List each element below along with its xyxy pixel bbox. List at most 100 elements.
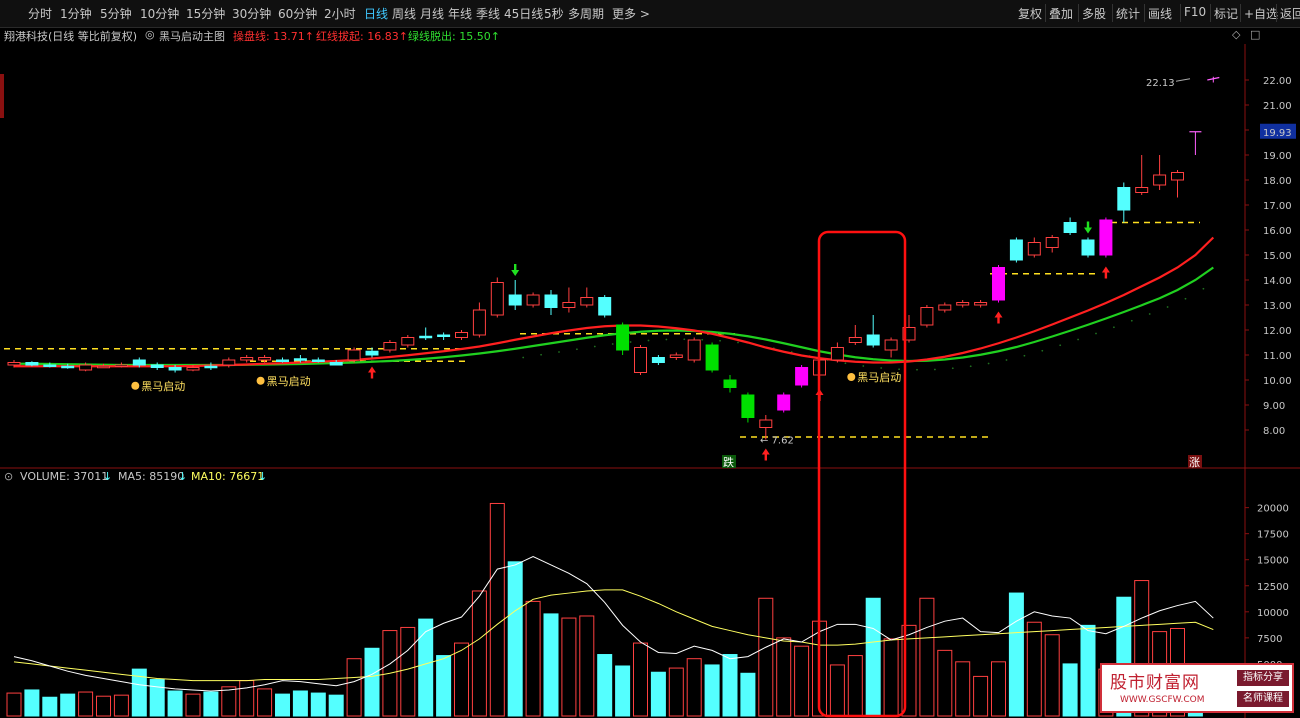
candle-body <box>974 302 988 306</box>
trend-dot <box>844 362 847 365</box>
volume-bar <box>167 690 183 717</box>
trend-dot <box>987 362 990 365</box>
toolbar-button-0[interactable]: 复权 <box>1018 5 1042 22</box>
volume-expand-icon[interactable]: ⊙ <box>4 470 13 483</box>
square-icon[interactable]: □ <box>1250 28 1260 41</box>
period-toolbar: 分时 1分钟 5分钟 10分钟 15分钟 30分钟 60分钟 2小时 日线 周线 月线 年线 季线 45日… <box>0 0 1300 28</box>
candle-body <box>1045 237 1059 248</box>
period-tab-1[interactable]: 1分钟 <box>60 5 92 22</box>
candle-body <box>240 357 254 361</box>
volume-bar <box>489 502 505 717</box>
candle-body <box>562 302 576 308</box>
toolbar-button-7[interactable]: +自选 <box>1244 5 1278 22</box>
toolbar-button-2[interactable]: 多股 <box>1082 5 1106 22</box>
period-tab-11[interactable]: 年线 <box>448 5 472 22</box>
trend-dot <box>1202 287 1205 290</box>
candle-body <box>526 294 540 306</box>
indicator-expand-icon[interactable]: ◎ <box>145 28 155 41</box>
candle-body <box>383 342 397 351</box>
volume-bar <box>400 626 416 717</box>
candle-body <box>795 367 809 386</box>
candle-body <box>651 357 665 363</box>
period-tab-7[interactable]: 2小时 <box>324 5 356 22</box>
candle-body <box>938 304 952 311</box>
period-tab-16[interactable]: 更多 > <box>612 5 650 22</box>
period-tab-15[interactable]: 多周期 <box>568 5 604 22</box>
candle-body <box>222 359 236 366</box>
period-tab-14[interactable]: 5秒 <box>544 5 564 22</box>
volume-bar <box>865 597 881 717</box>
candle-body <box>1081 239 1095 256</box>
trend-dot <box>665 338 668 341</box>
trend-dot <box>862 365 865 367</box>
buy-arrow-icon <box>761 448 770 461</box>
watermark-tag-course: 名师课程 <box>1237 691 1289 707</box>
volume-bar <box>257 688 273 717</box>
indicator-name[interactable]: 黑马启动主图 <box>159 28 225 44</box>
price-tick-label: 8.00 <box>1263 426 1285 437</box>
price-tick-label: 17.00 <box>1263 201 1292 212</box>
period-tab-13[interactable]: 45日线 <box>504 5 543 22</box>
candle-body <box>759 419 773 428</box>
toolbar-button-1[interactable]: 叠加 <box>1049 5 1073 22</box>
trend-dot <box>934 368 936 371</box>
volume-bar <box>615 665 631 717</box>
toolbar-button-8[interactable]: 返回 <box>1280 5 1300 22</box>
period-tab-12[interactable]: 季线 <box>476 5 500 22</box>
period-tab-6[interactable]: 60分钟 <box>278 5 317 22</box>
trend-dot <box>558 351 560 353</box>
volume-bar <box>454 642 469 717</box>
volume-bar <box>1026 621 1042 717</box>
ma5-arrow: ↓ <box>178 470 188 483</box>
ma5-value: MA5: 85190 <box>118 470 185 483</box>
candle-body <box>204 365 218 369</box>
trend-dot <box>522 356 525 359</box>
trend-dot <box>611 343 614 345</box>
period-tab-0[interactable]: 分时 <box>28 5 52 22</box>
toolbar-button-4[interactable]: 画线 <box>1148 5 1172 22</box>
price-tick-label: 22.00 <box>1263 76 1292 87</box>
kline-chart[interactable]: 22.0021.0020.0019.0018.0017.0016.0015.00… <box>0 44 1300 718</box>
candle-body <box>97 365 110 369</box>
trend-dot <box>737 341 739 344</box>
volume-bar <box>24 689 40 717</box>
period-tab-5[interactable]: 30分钟 <box>232 5 271 22</box>
trend-dot <box>701 338 704 341</box>
toolbar-button-6[interactable]: 标记 <box>1214 5 1238 22</box>
volume-bar <box>418 618 434 717</box>
toolbar-button-5[interactable]: F10 <box>1184 5 1206 19</box>
period-tab-4[interactable]: 15分钟 <box>186 5 225 22</box>
trend-dot <box>683 338 686 341</box>
volume-bar <box>6 692 22 717</box>
period-tab-10[interactable]: 月线 <box>420 5 444 22</box>
candle-body <box>25 362 39 366</box>
volume-bar <box>919 597 935 717</box>
period-tab-9[interactable]: 周线 <box>392 5 416 22</box>
period-tab-2[interactable]: 5分钟 <box>100 5 132 22</box>
toolbar-separator <box>1240 4 1241 22</box>
diamond-icon[interactable]: ◇ <box>1232 28 1240 41</box>
volume-tick-label: 20000 <box>1257 504 1289 515</box>
candle-body <box>544 294 558 308</box>
trend-dot <box>1148 313 1151 315</box>
trend-dot <box>951 367 954 370</box>
candle-body <box>43 364 57 367</box>
sell-arrow-icon <box>1084 221 1092 234</box>
candle-body <box>490 282 504 316</box>
volume-bar <box>740 672 756 717</box>
stock-title[interactable]: 翔港科技(日线 等比前复权) <box>4 28 137 44</box>
price-tick-label: 10.00 <box>1263 376 1292 387</box>
price-tick-label: 14.00 <box>1263 276 1292 287</box>
candle-body <box>186 367 200 371</box>
trend-dot <box>1113 326 1115 329</box>
period-tab-3[interactable]: 10分钟 <box>140 5 179 22</box>
candle-body <box>830 347 844 361</box>
period-tab-8[interactable]: 日线 <box>364 5 388 22</box>
volume-tick-label: 12500 <box>1257 582 1289 593</box>
candle-body <box>150 364 164 368</box>
toolbar-button-3[interactable]: 统计 <box>1116 5 1140 22</box>
candle-body <box>508 294 522 306</box>
watermark: 股市财富网 WWW.GSCFW.COM 指标分享 名师课程 <box>1100 663 1294 713</box>
candle-body <box>168 367 182 371</box>
watermark-tag-share: 指标分享 <box>1237 670 1289 686</box>
